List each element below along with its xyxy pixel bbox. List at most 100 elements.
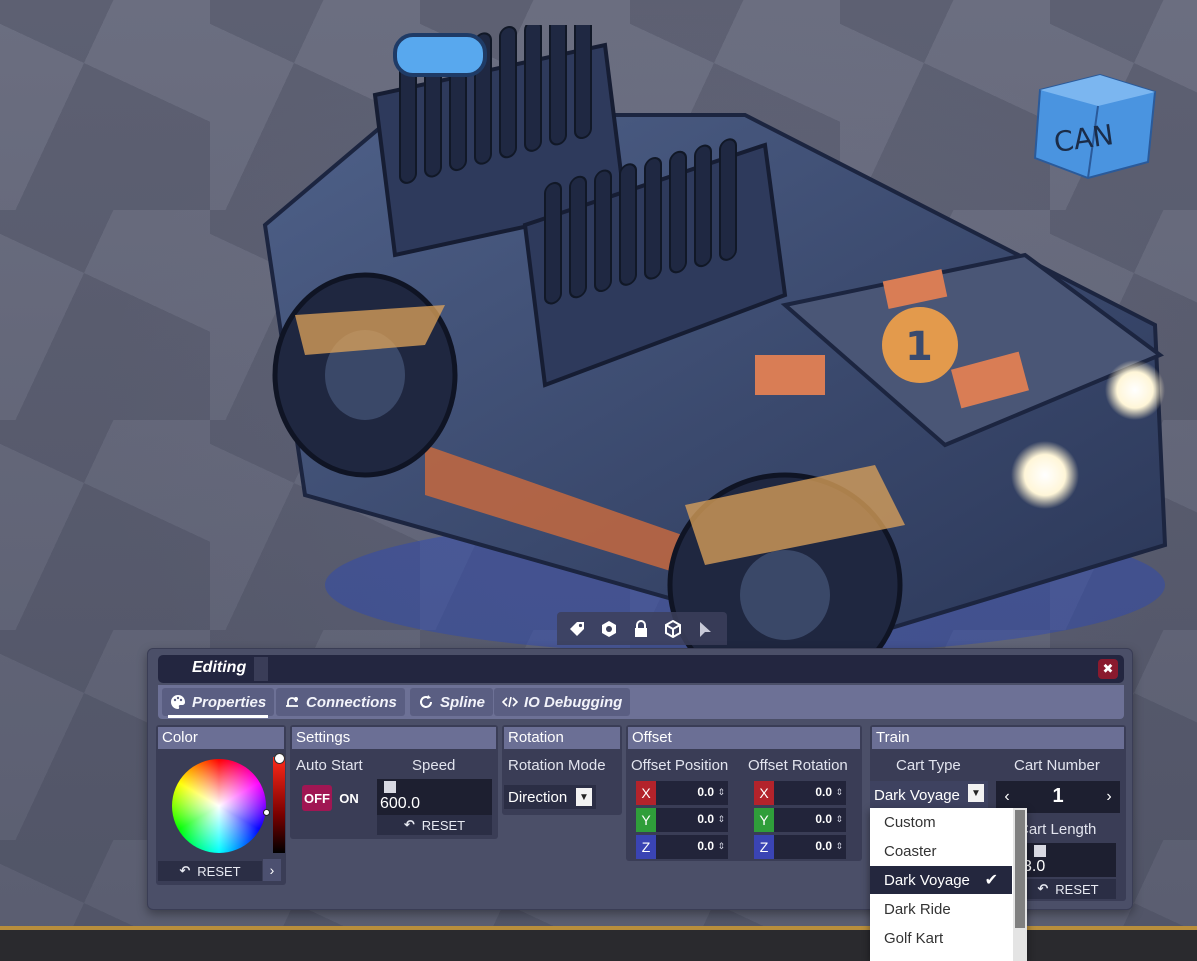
auto-start-label: Auto Start: [296, 757, 363, 774]
auto-start-on-toggle[interactable]: ON: [334, 785, 364, 811]
chevron-right-icon[interactable]: ›: [1098, 783, 1120, 811]
checkmark-icon: ✔: [984, 872, 998, 889]
rotation-mode-select[interactable]: Direction ▼: [504, 785, 596, 809]
settings-panel-title: Settings: [292, 727, 496, 749]
offset-rotation-y-value: 0.0: [815, 812, 832, 826]
box-gear-icon[interactable]: [597, 617, 621, 641]
rotation-panel-title: Rotation: [504, 727, 620, 749]
chevron-down-icon: ▼: [968, 784, 984, 802]
dropdown-option-golf-kart[interactable]: Golf Kart: [870, 924, 1012, 952]
undo-icon: ↶: [179, 863, 191, 878]
drag-handle-icon[interactable]: ⇕: [835, 787, 843, 798]
offset-position-z-value: 0.0: [697, 839, 714, 853]
tab-properties[interactable]: Properties: [162, 688, 275, 718]
brightness-slider[interactable]: [273, 757, 285, 853]
offset-position-z-field[interactable]: Z 0.0 ⇕: [636, 835, 728, 859]
dropdown-option-coaster[interactable]: Coaster: [870, 837, 1012, 865]
offset-rotation-y-field[interactable]: Y 0.0 ⇕: [754, 808, 846, 832]
option-label: Custom: [884, 813, 936, 831]
cursor-icon[interactable]: [693, 617, 717, 641]
undo-icon: ↶: [403, 817, 415, 832]
speed-input[interactable]: 600.0: [377, 779, 492, 815]
option-label: Coaster: [884, 842, 937, 860]
cart-type-dropdown-list: Custom Coaster Dark Voyage ✔ Dark Ride G…: [870, 808, 1027, 961]
dropdown-option-custom[interactable]: Custom: [870, 808, 1012, 836]
undo-icon: ↶: [1037, 881, 1049, 896]
option-label: Dark Voyage: [884, 871, 970, 889]
train-panel-title: Train: [872, 727, 1124, 749]
drag-handle-icon[interactable]: ⇕: [717, 814, 725, 825]
tab-label: Spline: [440, 693, 486, 711]
drag-handle-icon[interactable]: ⇕: [717, 841, 725, 852]
rotation-mode-label: Rotation Mode: [508, 757, 606, 774]
cart-number-label: Cart Number: [1014, 757, 1100, 774]
tab-label: Properties: [192, 693, 267, 711]
gizmo-toolbar: [557, 612, 727, 645]
color-panel-title: Color: [158, 727, 284, 749]
cart-type-value: Dark Voyage: [874, 786, 960, 804]
speed-value: 600.0: [380, 795, 421, 812]
svg-text:1: 1: [905, 324, 933, 370]
option-label: Golf Kart: [884, 929, 944, 947]
cart-length-slider-knob[interactable]: [1034, 845, 1046, 857]
axis-x-label: X: [754, 781, 774, 805]
color-panel: Color ↶ RESET ›: [156, 725, 286, 885]
can-crate-model[interactable]: CAN: [1030, 70, 1160, 185]
lock-icon[interactable]: [629, 617, 653, 641]
cart-length-input[interactable]: 3.0: [1020, 843, 1116, 877]
cart-length-reset-button[interactable]: ↶ RESET: [1020, 879, 1116, 899]
offset-panel: Offset Offset Position Offset Rotation X…: [626, 725, 862, 861]
cube-icon[interactable]: [661, 617, 685, 641]
speed-label: Speed: [412, 757, 456, 774]
tag-icon[interactable]: [565, 617, 589, 641]
dropdown-scrollbar-thumb[interactable]: [1015, 810, 1025, 928]
reset-label: RESET: [1055, 881, 1099, 897]
offset-position-label: Offset Position: [631, 757, 729, 774]
close-icon: ✖: [1102, 661, 1114, 676]
offset-rotation-x-field[interactable]: X 0.0 ⇕: [754, 781, 846, 805]
window-title: Editing: [192, 659, 247, 676]
offset-rotation-z-field[interactable]: Z 0.0 ⇕: [754, 835, 846, 859]
cart-type-select[interactable]: Dark Voyage ▼: [870, 781, 988, 809]
speed-slider-knob[interactable]: [384, 781, 396, 793]
color-wheel-knob[interactable]: [263, 809, 270, 816]
offset-rotation-z-value: 0.0: [815, 839, 832, 853]
offset-position-y-field[interactable]: Y 0.0 ⇕: [636, 808, 728, 832]
tab-connections[interactable]: Connections: [276, 688, 405, 716]
cart-length-label: Cart Length: [1018, 821, 1097, 838]
offset-rotation-x-value: 0.0: [815, 785, 832, 799]
code-icon: [502, 696, 518, 708]
speed-reset-button[interactable]: ↶ RESET: [377, 815, 492, 835]
tab-io-debugging[interactable]: IO Debugging: [494, 688, 631, 716]
reset-label: RESET: [421, 817, 466, 833]
dropdown-option-dark-voyage[interactable]: Dark Voyage ✔: [870, 866, 1012, 894]
axis-z-label: Z: [754, 835, 774, 859]
title-tab-marker: [254, 657, 268, 681]
tab-spline[interactable]: Spline: [410, 688, 494, 716]
dropdown-option-dark-ride[interactable]: Dark Ride: [870, 895, 1012, 923]
color-wheel[interactable]: [172, 759, 266, 853]
offset-panel-title: Offset: [628, 727, 860, 749]
axis-z-label: Z: [636, 835, 656, 859]
chevron-down-icon: ▼: [576, 788, 592, 806]
chevron-right-icon[interactable]: ›: [263, 859, 281, 881]
close-button[interactable]: ✖: [1098, 659, 1118, 679]
editor-titlebar[interactable]: Editing ✖: [158, 655, 1124, 683]
auto-start-off-toggle[interactable]: OFF: [302, 785, 332, 811]
axis-y-label: Y: [636, 808, 656, 832]
drag-handle-icon[interactable]: ⇕: [835, 814, 843, 825]
color-reset-button[interactable]: ↶ RESET: [158, 861, 262, 881]
brightness-slider-knob[interactable]: [274, 753, 285, 764]
dropdown-scrollbar[interactable]: [1013, 808, 1027, 961]
connections-icon: [286, 697, 298, 707]
drag-handle-icon[interactable]: ⇕: [717, 787, 725, 798]
rotation-mode-value: Direction: [508, 788, 568, 806]
reset-label: RESET: [197, 863, 241, 879]
refresh-icon: [420, 695, 432, 708]
rotation-panel: Rotation Rotation Mode Direction ▼: [502, 725, 622, 815]
offset-position-y-value: 0.0: [697, 812, 714, 826]
tab-label: Connections: [306, 693, 397, 711]
drag-handle-icon[interactable]: ⇕: [835, 841, 843, 852]
axis-y-label: Y: [754, 808, 774, 832]
offset-position-x-field[interactable]: X 0.0 ⇕: [636, 781, 728, 805]
